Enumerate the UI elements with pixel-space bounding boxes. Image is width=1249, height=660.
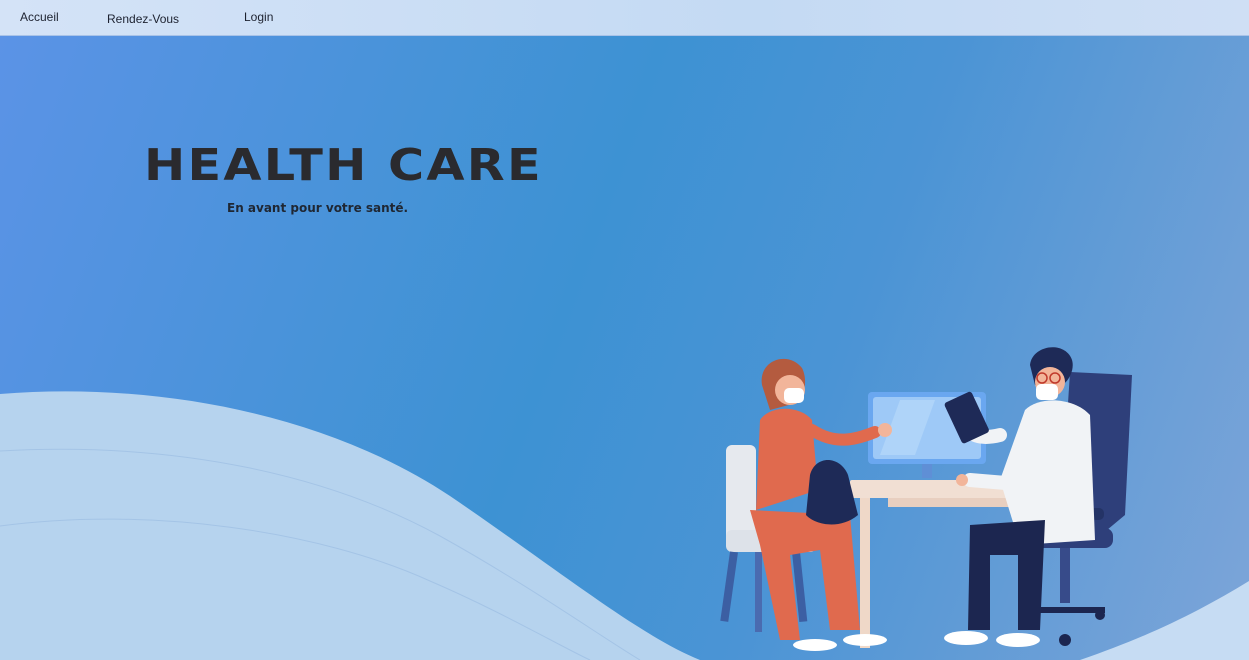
nav-link-rendez-vous[interactable]: Rendez-Vous: [107, 12, 179, 26]
nav-link-login[interactable]: Login: [244, 10, 273, 24]
doctor-patient-consultation-illustration: [720, 347, 1132, 651]
top-navbar: Accueil Rendez-Vous Login: [0, 0, 1249, 36]
nav-link-accueil[interactable]: Accueil: [20, 10, 59, 24]
